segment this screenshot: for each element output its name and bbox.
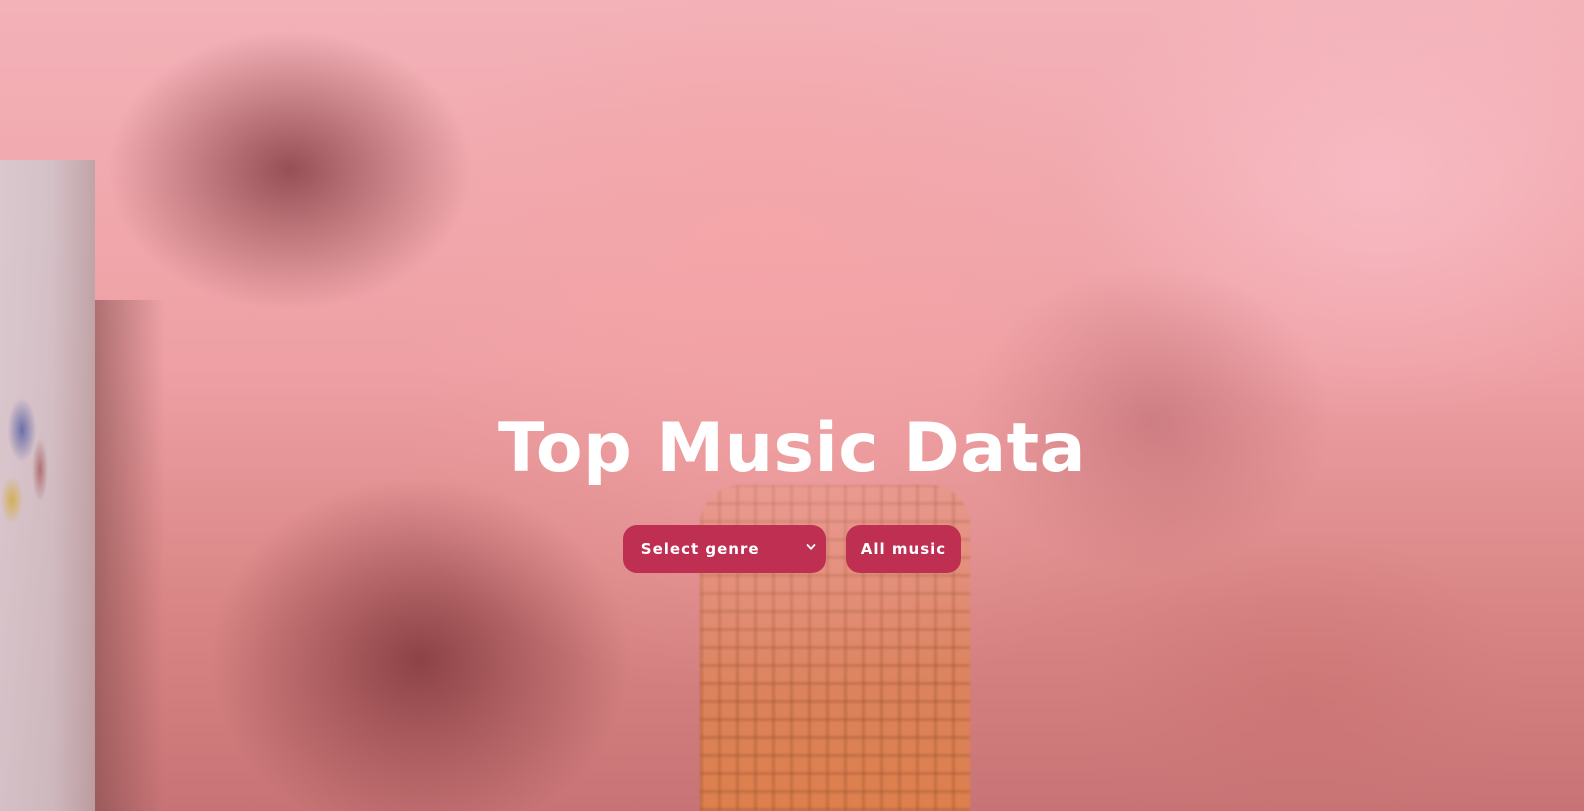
hero-content: Top Music Data [0, 404, 1584, 494]
all-music-button[interactable]: All music [845, 525, 962, 573]
genre-select-value: Select genre [640, 540, 760, 558]
page-title: Top Music Data [498, 409, 1086, 488]
chevron-down-icon [806, 544, 816, 550]
genre-select[interactable]: Select genre [622, 525, 826, 573]
hero-controls: Select genre All music [0, 525, 1584, 573]
